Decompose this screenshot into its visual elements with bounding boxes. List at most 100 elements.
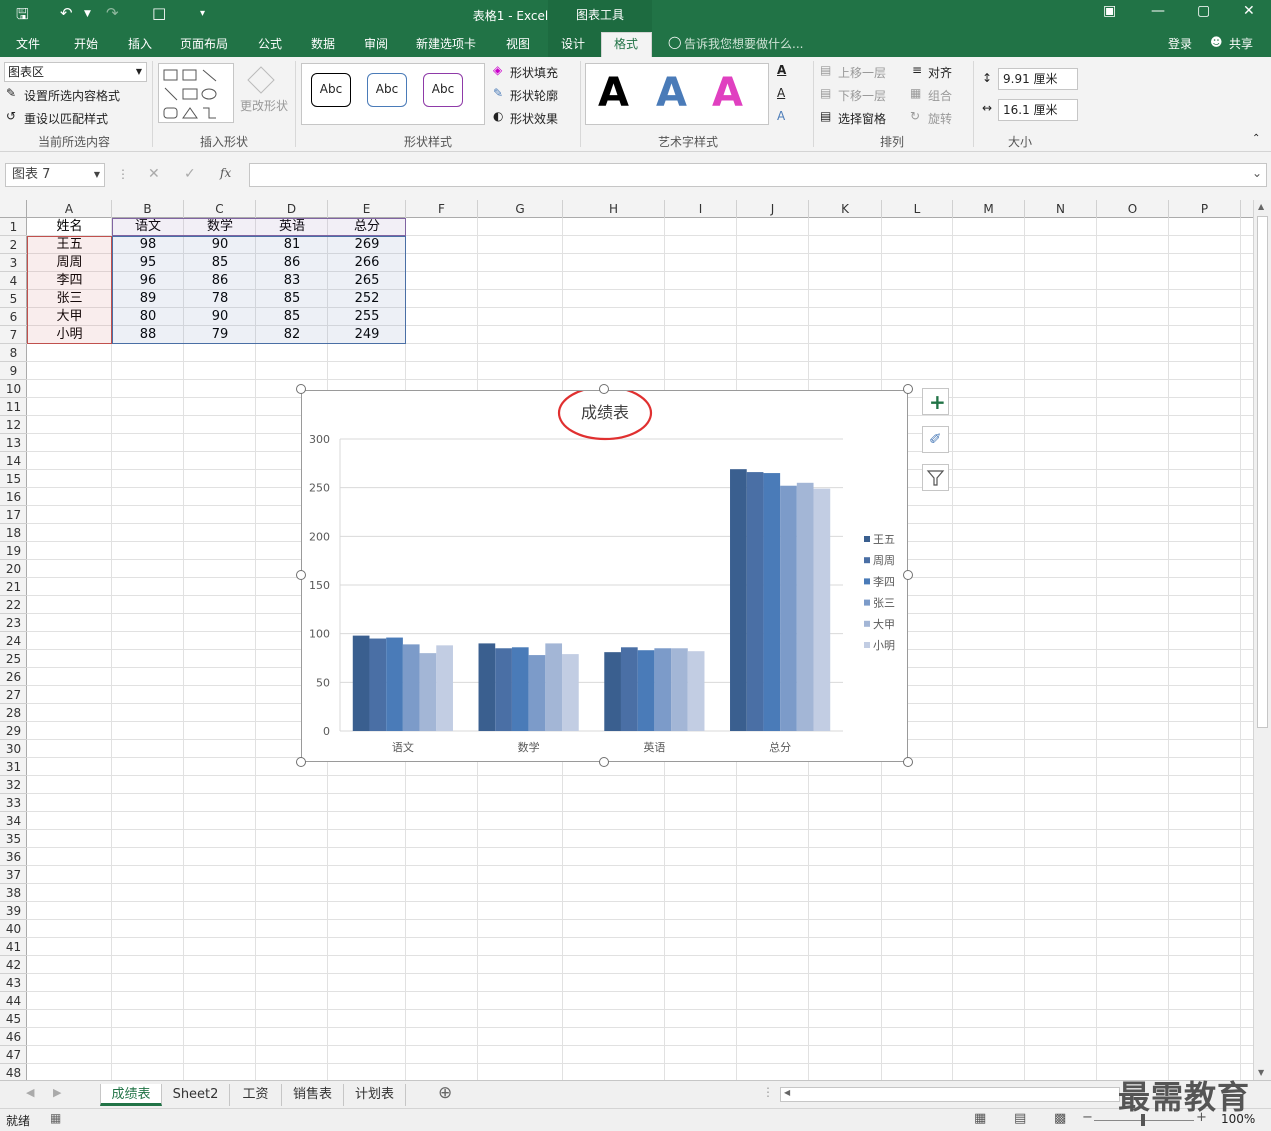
tab-view[interactable]: 视图 xyxy=(506,35,530,52)
resize-handle[interactable] xyxy=(296,757,306,767)
prev-sheet-icon[interactable]: ◀ xyxy=(26,1086,34,1099)
row-header[interactable]: 3 xyxy=(0,254,27,272)
tab-insert[interactable]: 插入 xyxy=(128,35,152,52)
shape-effects-button[interactable]: 形状效果 xyxy=(510,110,558,127)
formula-input[interactable]: ⌄ xyxy=(249,163,1267,187)
row-header[interactable]: 24 xyxy=(0,632,27,650)
shape-outline-button[interactable]: 形状轮廓 xyxy=(510,87,558,104)
column-header[interactable]: F xyxy=(406,200,478,218)
row-header[interactable]: 22 xyxy=(0,596,27,614)
table-cell[interactable]: 265 xyxy=(328,272,406,290)
table-cell[interactable]: 82 xyxy=(256,326,328,344)
page-layout-view-icon[interactable]: ▤ xyxy=(1014,1111,1026,1126)
resize-handle[interactable] xyxy=(903,570,913,580)
resize-handle[interactable] xyxy=(903,384,913,394)
column-header[interactable]: E xyxy=(328,200,406,218)
wordart-style-black[interactable]: A xyxy=(598,70,629,116)
tab-new[interactable]: 新建选项卡 xyxy=(416,35,476,52)
table-cell[interactable]: 李四 xyxy=(27,272,112,290)
row-header[interactable]: 41 xyxy=(0,938,27,956)
scroll-up-icon[interactable]: ▲ xyxy=(1258,202,1264,211)
sheet-tab[interactable]: 计划表 xyxy=(344,1084,406,1106)
row-header[interactable]: 9 xyxy=(0,362,27,380)
row-header[interactable]: 32 xyxy=(0,776,27,794)
insert-function-icon[interactable]: fx xyxy=(220,166,231,180)
enter-icon[interactable]: ✓ xyxy=(184,166,196,182)
wordart-style-magenta[interactable]: A xyxy=(712,70,743,116)
row-header[interactable]: 42 xyxy=(0,956,27,974)
change-shape-button[interactable]: 更改形状 xyxy=(240,97,288,114)
scroll-left-icon[interactable]: ◀ xyxy=(784,1088,790,1097)
row-header[interactable]: 46 xyxy=(0,1028,27,1046)
group-button[interactable]: 组合 xyxy=(928,87,952,104)
row-header[interactable]: 13 xyxy=(0,434,27,452)
align-button[interactable]: 对齐 xyxy=(928,64,952,81)
tab-home[interactable]: 开始 xyxy=(74,35,98,52)
resize-handle[interactable] xyxy=(296,570,306,580)
zoom-out-button[interactable]: − xyxy=(1082,1110,1093,1125)
column-header[interactable]: K xyxy=(809,200,882,218)
row-header[interactable]: 17 xyxy=(0,506,27,524)
text-outline-icon[interactable]: A xyxy=(777,86,785,100)
column-header[interactable]: J xyxy=(737,200,809,218)
name-box[interactable]: 图表 7 ▼ xyxy=(5,163,105,187)
column-header[interactable]: L xyxy=(882,200,953,218)
text-effects-icon[interactable]: A xyxy=(777,109,785,123)
sheet-tab[interactable]: 销售表 xyxy=(282,1084,344,1106)
select-all-corner[interactable] xyxy=(0,200,27,218)
table-cell[interactable]: 86 xyxy=(256,254,328,272)
horizontal-scrollbar[interactable]: ◀ xyxy=(780,1087,1120,1102)
ribbon-display-icon[interactable]: ▣ xyxy=(1103,3,1116,19)
shape-height-input[interactable]: 9.91 厘米 xyxy=(998,68,1078,90)
resize-handle[interactable] xyxy=(599,757,609,767)
chart-element-dropdown[interactable]: 图表区 ▼ xyxy=(4,62,147,82)
table-cell[interactable]: 88 xyxy=(112,326,184,344)
column-header[interactable]: N xyxy=(1025,200,1097,218)
row-header[interactable]: 8 xyxy=(0,344,27,362)
table-cell[interactable]: 81 xyxy=(256,236,328,254)
row-header[interactable]: 1 xyxy=(0,218,27,236)
table-header-cell[interactable]: 姓名 xyxy=(27,218,112,236)
maximize-button[interactable]: ▢ xyxy=(1197,3,1210,19)
bring-forward-button[interactable]: 上移一层 xyxy=(838,64,886,81)
tab-review[interactable]: 审阅 xyxy=(364,35,388,52)
table-cell[interactable]: 98 xyxy=(112,236,184,254)
table-cell[interactable]: 95 xyxy=(112,254,184,272)
table-cell[interactable]: 85 xyxy=(184,254,256,272)
scroll-thumb[interactable] xyxy=(1257,216,1268,728)
table-header-cell[interactable]: 英语 xyxy=(256,218,328,236)
table-cell[interactable]: 96 xyxy=(112,272,184,290)
chart-filters-button[interactable] xyxy=(922,464,949,491)
row-header[interactable]: 12 xyxy=(0,416,27,434)
column-header[interactable]: C xyxy=(184,200,256,218)
column-header[interactable]: O xyxy=(1097,200,1169,218)
table-cell[interactable]: 249 xyxy=(328,326,406,344)
resize-handle[interactable] xyxy=(599,384,609,394)
row-header[interactable]: 15 xyxy=(0,470,27,488)
send-backward-button[interactable]: 下移一层 xyxy=(838,87,886,104)
text-fill-icon[interactable]: A xyxy=(777,63,786,77)
row-header[interactable]: 7 xyxy=(0,326,27,344)
table-cell[interactable]: 张三 xyxy=(27,290,112,308)
column-header[interactable]: P xyxy=(1169,200,1241,218)
add-sheet-icon[interactable]: ⊕ xyxy=(438,1083,452,1103)
row-header[interactable]: 27 xyxy=(0,686,27,704)
selection-pane-button[interactable]: 选择窗格 xyxy=(838,110,886,127)
macro-record-icon[interactable]: ▦ xyxy=(50,1111,61,1125)
wordart-style-blue[interactable]: A xyxy=(656,70,687,116)
table-cell[interactable]: 90 xyxy=(184,236,256,254)
next-sheet-icon[interactable]: ▶ xyxy=(53,1086,61,1099)
table-cell[interactable]: 大甲 xyxy=(27,308,112,326)
row-header[interactable]: 47 xyxy=(0,1046,27,1064)
tab-file[interactable]: 文件 xyxy=(16,35,40,52)
tab-format[interactable]: 格式 xyxy=(614,35,638,52)
table-cell[interactable]: 78 xyxy=(184,290,256,308)
column-header[interactable]: I xyxy=(665,200,737,218)
shape-style-blue[interactable]: Abc xyxy=(367,73,407,107)
table-cell[interactable]: 王五 xyxy=(27,236,112,254)
row-header[interactable]: 10 xyxy=(0,380,27,398)
row-header[interactable]: 11 xyxy=(0,398,27,416)
row-header[interactable]: 29 xyxy=(0,722,27,740)
row-header[interactable]: 31 xyxy=(0,758,27,776)
page-break-view-icon[interactable]: ▩ xyxy=(1054,1111,1066,1126)
